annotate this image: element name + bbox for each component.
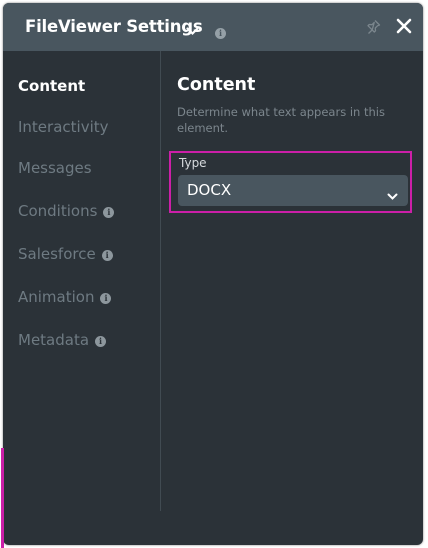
type-field-group: Type DOCX	[169, 151, 412, 213]
sidebar-item-content[interactable]: Content	[18, 75, 85, 97]
info-icon[interactable]: i	[95, 336, 107, 347]
close-icon[interactable]	[395, 17, 413, 39]
sidebar-item-salesforce[interactable]: Salesforce i	[18, 243, 113, 265]
panel-header: FileViewer Settings i	[3, 3, 423, 51]
panel-title[interactable]: FileViewer Settings	[25, 17, 203, 36]
sidebar-item-conditions[interactable]: Conditions i	[18, 200, 115, 222]
settings-sidebar: Content Interactivity Messages Condition…	[3, 51, 161, 511]
info-icon[interactable]: i	[103, 207, 115, 218]
section-description: Determine what text appears in this elem…	[177, 105, 385, 135]
sidebar-item-animation[interactable]: Animation i	[18, 286, 112, 308]
pin-icon[interactable]	[366, 19, 381, 38]
sidebar-item-messages[interactable]: Messages	[18, 157, 92, 179]
sidebar-item-metadata[interactable]: Metadata i	[18, 329, 107, 351]
info-icon[interactable]: i	[101, 250, 113, 261]
type-label: Type	[179, 156, 207, 170]
info-icon[interactable]: i	[100, 293, 112, 304]
content-pane: Content Determine what text appears in t…	[161, 51, 423, 545]
info-icon[interactable]: i	[215, 21, 226, 40]
sidebar-item-interactivity[interactable]: Interactivity	[18, 116, 109, 138]
chevron-down-icon[interactable]	[186, 21, 199, 40]
selection-accent-line	[1, 448, 4, 548]
section-title: Content	[177, 75, 256, 95]
type-selected-value: DOCX	[187, 181, 232, 199]
type-select[interactable]: DOCX	[178, 175, 408, 206]
settings-panel: FileViewer Settings i Content Interactiv…	[3, 3, 423, 545]
chevron-down-icon	[387, 186, 398, 205]
